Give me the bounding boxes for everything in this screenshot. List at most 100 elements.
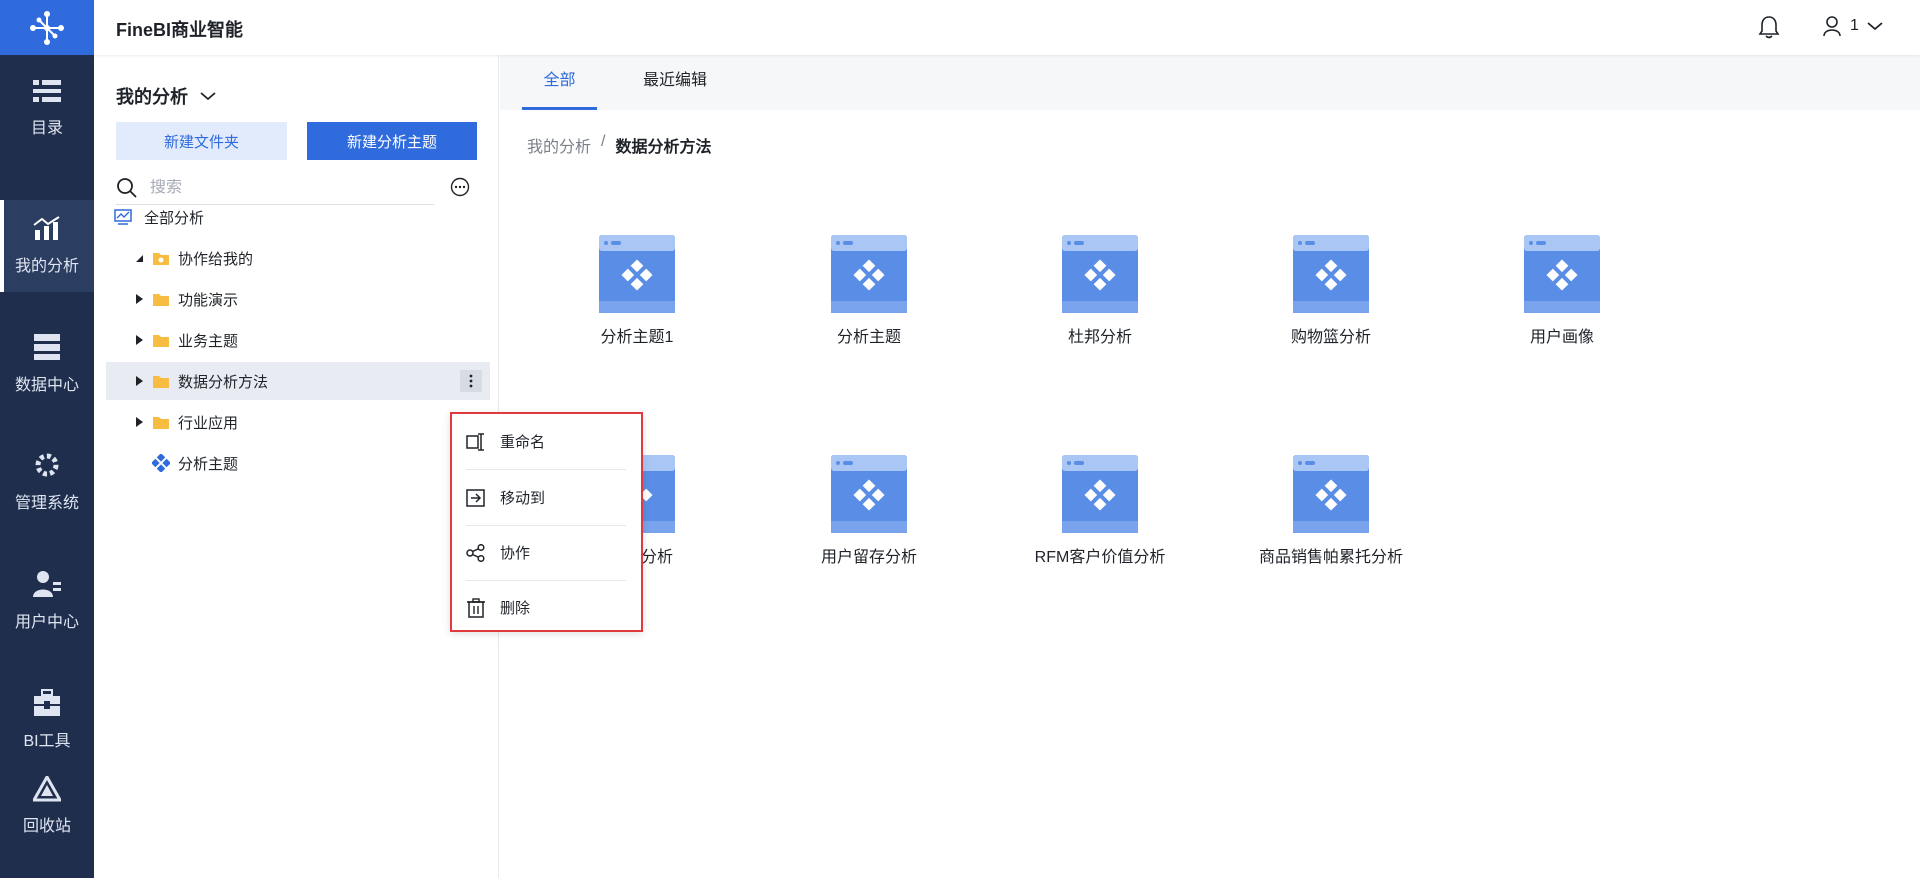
main-content: 全部 最近编辑 我的分析 / 数据分析方法 分析主题1 分析主题 杜邦分析 购物… <box>500 55 1920 878</box>
nav-label: BI工具 <box>23 733 71 750</box>
tree-item-business-topics[interactable]: 业务主题 <box>106 321 490 359</box>
tab-bar: 全部 最近编辑 <box>500 55 1920 110</box>
user-name: 1 <box>1850 17 1859 34</box>
sidebar-title-text: 我的分析 <box>116 87 188 107</box>
analysis-topic-icon <box>1524 235 1600 313</box>
new-folder-button[interactable]: 新建文件夹 <box>116 122 287 160</box>
card-label: 商品销售帕累托分析 <box>1258 549 1403 566</box>
all-analysis-icon <box>114 209 132 225</box>
collapsed-arrow-icon[interactable] <box>132 334 146 346</box>
nav-item-data-center[interactable]: 数据中心 <box>0 318 94 410</box>
tree-item-analysis-topic[interactable]: 分析主题 <box>106 444 490 482</box>
nav-item-management[interactable]: 管理系统 <box>0 436 94 528</box>
nav-label: 管理系统 <box>14 495 79 512</box>
user-icon <box>1823 16 1841 37</box>
collapsed-arrow-icon[interactable] <box>132 416 146 428</box>
analysis-topic-card[interactable]: 用户画像 <box>1482 235 1642 347</box>
row-more-options-icon[interactable] <box>460 370 482 392</box>
analysis-topic-icon <box>1293 455 1369 533</box>
top-header: FineBI商业智能 1 <box>94 0 1920 55</box>
move-to-icon <box>466 488 488 507</box>
sidebar-title[interactable]: 我的分析 <box>116 83 216 109</box>
analysis-topic-card[interactable]: 分析主题 <box>789 235 949 347</box>
tree-item-industry-apps[interactable]: 行业应用 <box>106 403 490 441</box>
nav-item-my-analysis[interactable]: 我的分析 <box>0 200 94 292</box>
menu-item-collaborate[interactable]: 协作 <box>466 525 626 580</box>
collapsed-arrow-icon[interactable] <box>132 375 146 387</box>
nav-label: 数据中心 <box>14 377 79 394</box>
nav-label: 我的分析 <box>14 258 79 275</box>
collapsed-arrow-icon[interactable] <box>132 293 146 305</box>
card-label: 用户留存分析 <box>820 549 917 566</box>
menu-item-label: 协作 <box>500 545 531 562</box>
tree-item-label: 功能演示 <box>178 291 239 309</box>
app-title: FineBI商业智能 <box>116 20 244 40</box>
card-label: 分析主题 <box>836 329 901 346</box>
menu-item-delete[interactable]: 删除 <box>466 580 626 635</box>
nav-item-catalog[interactable]: 目录 <box>0 62 94 154</box>
tree-item-data-analysis-methods[interactable]: 数据分析方法 <box>106 362 490 400</box>
analysis-topic-card[interactable]: 商品销售帕累托分析 <box>1251 455 1411 567</box>
gear-icon <box>35 453 59 477</box>
analysis-topic-card[interactable]: RFM客户价值分析 <box>1020 455 1180 567</box>
tree-item-label: 行业应用 <box>178 414 239 432</box>
breadcrumb: 我的分析 / 数据分析方法 <box>527 133 711 157</box>
rename-icon <box>466 432 488 451</box>
chevron-down-icon <box>200 92 216 101</box>
analysis-topic-icon <box>831 455 907 533</box>
menu-item-label: 删除 <box>500 600 531 617</box>
tree-item-label: 业务主题 <box>178 332 239 350</box>
trash-icon <box>466 597 488 618</box>
tree-item-label: 协作给我的 <box>178 250 254 268</box>
folder-icon <box>152 374 170 389</box>
analysis-topic-icon <box>599 235 675 313</box>
tree-item-all-analysis[interactable]: 全部分析 <box>106 198 490 236</box>
recycle-icon <box>33 776 61 802</box>
analysis-topic-icon <box>1062 455 1138 533</box>
card-label: RFM客户价值分析 <box>1034 549 1166 566</box>
expanded-arrow-icon[interactable] <box>132 253 146 263</box>
folder-context-menu: 重命名 移动到 协作 删除 <box>450 412 643 632</box>
tree-item-feature-demo[interactable]: 功能演示 <box>106 280 490 318</box>
tree-item-shared-with-me[interactable]: 协作给我的 <box>106 239 490 277</box>
analysis-topic-icon <box>831 235 907 313</box>
folder-icon <box>152 415 170 430</box>
analysis-chart-icon <box>33 216 60 240</box>
card-label: 用户画像 <box>1529 329 1594 346</box>
analysis-topic-card[interactable]: 购物篮分析 <box>1251 235 1411 347</box>
card-label: 杜邦分析 <box>1067 329 1132 346</box>
menu-item-label: 重命名 <box>500 434 546 451</box>
analysis-topic-icon <box>1293 235 1369 313</box>
nav-item-user-center[interactable]: 用户中心 <box>0 555 94 647</box>
analysis-topic-card[interactable]: 杜邦分析 <box>1020 235 1180 347</box>
logo-icon <box>30 10 64 45</box>
menu-item-move-to[interactable]: 移动到 <box>466 470 626 525</box>
tab-all[interactable]: 全部 <box>522 55 597 110</box>
tree-item-label: 全部分析 <box>144 209 205 227</box>
user-menu[interactable]: 1 <box>1822 15 1883 37</box>
tab-recent-edits[interactable]: 最近编辑 <box>630 55 720 110</box>
search-input[interactable] <box>150 179 410 197</box>
nav-item-recycle-bin[interactable]: 回收站 <box>0 760 94 852</box>
toolbox-icon <box>34 689 60 716</box>
card-label: 购物篮分析 <box>1290 329 1371 346</box>
nav-label: 目录 <box>30 120 63 137</box>
breadcrumb-root[interactable]: 我的分析 <box>527 133 591 157</box>
folder-icon <box>152 333 170 348</box>
user-manage-icon <box>33 571 61 597</box>
tree-item-label: 数据分析方法 <box>178 373 269 391</box>
bell-icon[interactable] <box>1758 15 1780 43</box>
new-analysis-topic-button[interactable]: 新建分析主题 <box>307 122 477 160</box>
tree-item-label: 分析主题 <box>178 455 239 473</box>
finebi-logo[interactable] <box>0 0 94 55</box>
analysis-topic-card[interactable]: 分析主题1 <box>557 235 717 347</box>
chevron-down-icon <box>1867 22 1883 31</box>
shared-folder-icon <box>152 251 170 266</box>
folder-icon <box>152 292 170 307</box>
left-nav: 目录 我的分析 数据中心 管理系统 用户中心 BI工具 回收站 <box>0 0 94 878</box>
nav-item-bi-tools[interactable]: BI工具 <box>0 674 94 766</box>
analysis-topic-card[interactable]: 用户留存分析 <box>789 455 949 567</box>
menu-item-rename[interactable]: 重命名 <box>466 414 626 469</box>
search-icon <box>117 178 137 198</box>
analysis-topic-icon <box>1062 235 1138 313</box>
